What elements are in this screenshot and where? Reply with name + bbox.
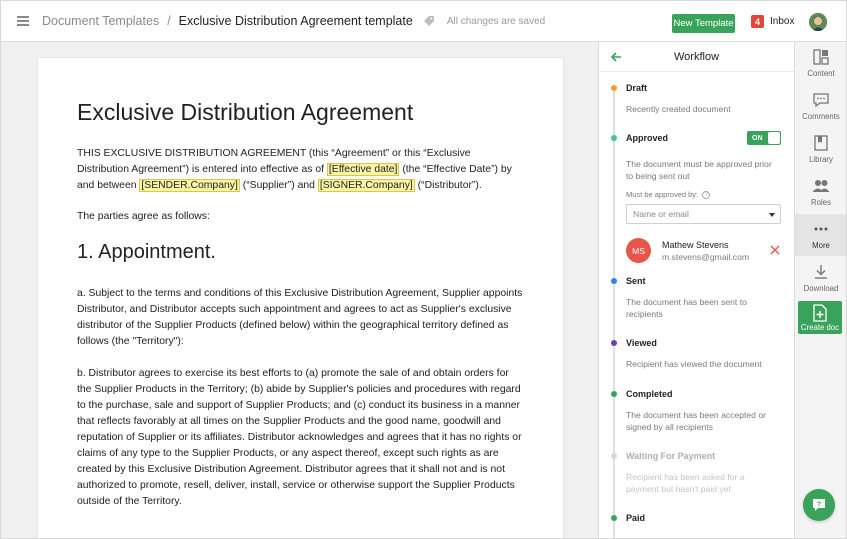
intro-text-3: (“Supplier”) and bbox=[239, 180, 318, 191]
sidebar-label: Comments bbox=[802, 112, 840, 121]
user-avatar[interactable] bbox=[809, 13, 827, 31]
step-desc: Recently created document bbox=[626, 104, 731, 114]
step-name: Waiting For Payment bbox=[626, 451, 716, 461]
step-dot bbox=[611, 278, 617, 284]
new-template-button[interactable]: New Template bbox=[672, 14, 735, 33]
paragraph-b[interactable]: b. Distributor agrees to exercise its be… bbox=[77, 366, 524, 510]
step-name: Approved bbox=[626, 133, 669, 143]
back-arrow-icon[interactable] bbox=[610, 51, 622, 63]
document-title[interactable]: Exclusive Distribution Agreement bbox=[77, 98, 524, 126]
workflow-title: Workflow bbox=[673, 50, 720, 63]
more-icon bbox=[814, 227, 828, 231]
step-desc: Recipient has been asked for a payment b… bbox=[626, 472, 745, 494]
save-status: All changes are saved bbox=[446, 15, 546, 27]
must-approve-text: Must be approved by: bbox=[626, 190, 699, 199]
workflow-panel: Workflow Draft Recently created document… bbox=[598, 42, 794, 538]
user-avatar-icon bbox=[809, 13, 827, 31]
step-name: Completed bbox=[626, 389, 673, 399]
document-name[interactable]: Exclusive Distribution Agreement templat… bbox=[179, 14, 413, 28]
help-icon[interactable]: ? bbox=[702, 190, 711, 199]
inbox-label: Inbox bbox=[770, 16, 795, 27]
paragraph-a[interactable]: a. Subject to the terms and conditions o… bbox=[77, 286, 524, 350]
sidebar-item-content[interactable]: Content bbox=[795, 42, 846, 84]
step-desc: The document must be approved prior to b… bbox=[626, 159, 772, 181]
roles-icon bbox=[812, 180, 830, 192]
document-canvas: Exclusive Distribution Agreement THIS EX… bbox=[1, 42, 598, 538]
chat-help-icon: ? bbox=[813, 499, 825, 511]
create-doc-icon bbox=[813, 304, 827, 322]
toggle-label: ON bbox=[752, 134, 763, 142]
sidebar-item-roles[interactable]: Roles bbox=[795, 171, 846, 213]
parties-paragraph[interactable]: The parties agree as follows: bbox=[77, 209, 524, 225]
approval-toggle[interactable]: ON bbox=[747, 131, 781, 145]
inbox-count-badge: 4 bbox=[751, 15, 764, 28]
step-dot bbox=[611, 453, 617, 459]
effective-date-field[interactable]: [Effective date] bbox=[326, 163, 400, 176]
step-name: Viewed bbox=[626, 338, 657, 348]
right-sidebar: Content Comments Library Roles More Down… bbox=[794, 42, 846, 538]
sidebar-item-library[interactable]: Library bbox=[795, 128, 846, 170]
approver-placeholder: Name or email bbox=[633, 209, 689, 219]
toggle-knob bbox=[768, 132, 780, 144]
step-dot bbox=[611, 391, 617, 397]
sidebar-label: Download bbox=[803, 284, 839, 293]
step-dot bbox=[611, 340, 617, 346]
step-desc: The document has been accepted or signed… bbox=[626, 410, 766, 432]
signer-company-field[interactable]: [SIGNER.Company] bbox=[317, 179, 415, 192]
breadcrumb-separator: / bbox=[167, 14, 171, 28]
step-name: Paid bbox=[626, 513, 646, 523]
sidebar-item-download[interactable]: Download bbox=[795, 257, 846, 299]
tag-icon[interactable] bbox=[423, 15, 435, 27]
step-desc: The document has been sent to recipients bbox=[626, 297, 747, 319]
intro-text-4: (“Distributor”). bbox=[414, 180, 482, 191]
timeline-line bbox=[613, 87, 615, 538]
approver-name: Mathew Stevens bbox=[662, 240, 729, 250]
step-name: Sent bbox=[626, 276, 646, 286]
remove-approver-icon[interactable] bbox=[770, 245, 780, 255]
approver-email: m.stevens@gmail.com bbox=[662, 252, 750, 262]
section-heading[interactable]: 1. Appointment. bbox=[77, 240, 524, 264]
sidebar-label: More bbox=[812, 241, 830, 250]
approver-select[interactable]: Name or email bbox=[626, 204, 781, 224]
svg-text:?: ? bbox=[817, 502, 821, 509]
step-desc: Recipient has viewed the document bbox=[626, 359, 762, 369]
chevron-down-icon bbox=[769, 213, 775, 217]
app-window: Document Templates / Exclusive Distribut… bbox=[0, 0, 847, 539]
step-name: Draft bbox=[626, 83, 648, 93]
library-icon bbox=[814, 135, 828, 151]
create-doc-button[interactable]: Create doc bbox=[798, 301, 842, 334]
must-approve-label: Must be approved by: ? bbox=[626, 190, 711, 199]
help-chat-button[interactable]: ? bbox=[803, 489, 835, 521]
create-doc-label: Create doc bbox=[800, 323, 840, 332]
step-dot bbox=[611, 85, 617, 91]
sender-company-field[interactable]: [SENDER.Company] bbox=[139, 179, 240, 192]
approver-avatar: MS bbox=[626, 238, 651, 263]
breadcrumb-root[interactable]: Document Templates bbox=[42, 14, 159, 28]
download-icon bbox=[815, 265, 827, 279]
sidebar-label: Library bbox=[809, 155, 833, 164]
comments-icon bbox=[813, 93, 829, 108]
step-dot bbox=[611, 515, 617, 521]
intro-paragraph[interactable]: THIS EXCLUSIVE DISTRIBUTION AGREEMENT (t… bbox=[77, 146, 524, 194]
workflow-header: Workflow bbox=[599, 42, 794, 72]
sidebar-label: Content bbox=[807, 69, 835, 78]
content-icon bbox=[813, 49, 829, 65]
hamburger-menu-icon[interactable] bbox=[17, 16, 29, 26]
sidebar-item-more[interactable]: More bbox=[795, 214, 846, 256]
document-page[interactable]: Exclusive Distribution Agreement THIS EX… bbox=[38, 58, 563, 538]
sidebar-item-comments[interactable]: Comments bbox=[795, 85, 846, 127]
inbox-link[interactable]: 4 Inbox bbox=[751, 15, 794, 28]
step-dot bbox=[611, 135, 617, 141]
sidebar-label: Roles bbox=[811, 198, 831, 207]
